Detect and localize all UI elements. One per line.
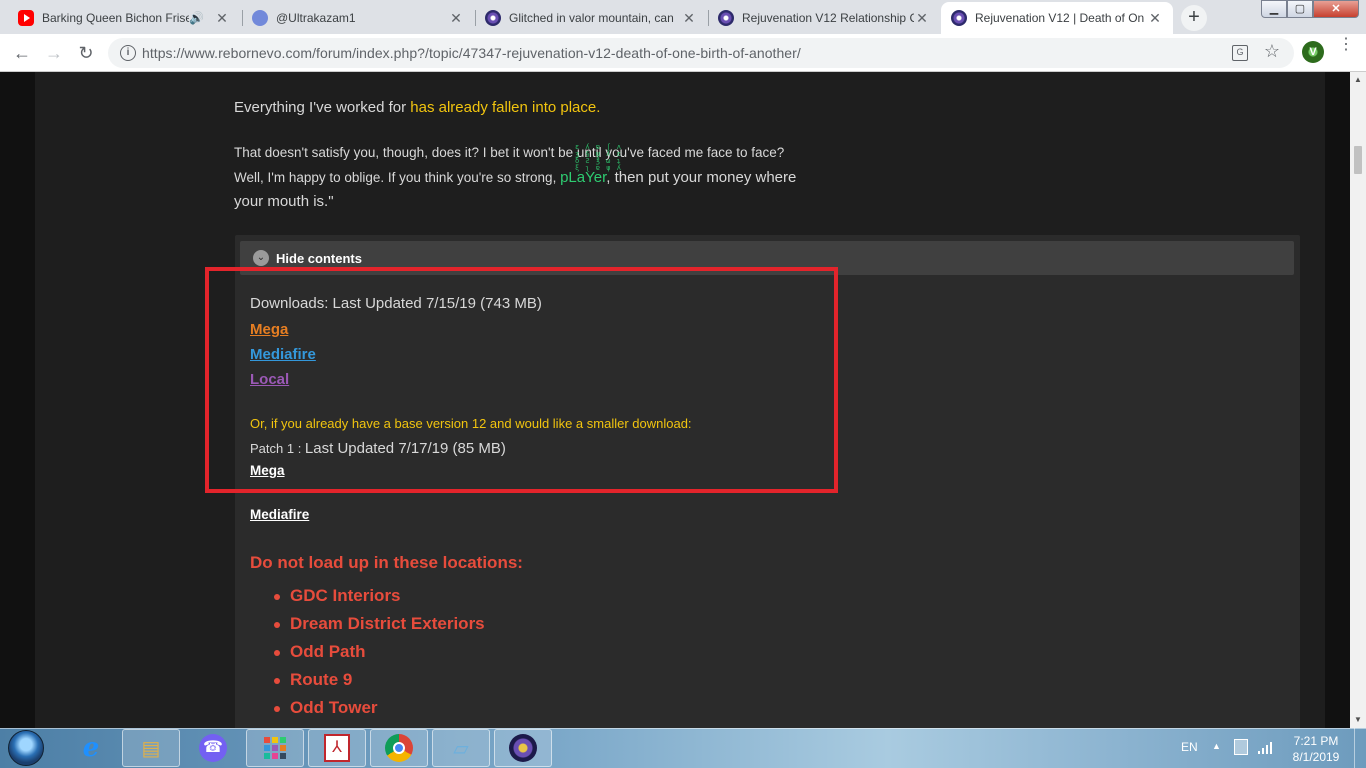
location-list: GDC Interiors Dream District Exteriors O… [250,586,485,726]
post-paragraph: your mouth is." [234,193,334,210]
tab-rejuvenation-death[interactable]: Rejuvenation V12 | Death of On ✕ [941,2,1173,34]
warning-heading: Do not load up in these locations: [250,553,523,572]
list-item: Dream District Exteriors [250,614,485,642]
reload-button[interactable]: ↻ [74,41,98,65]
address-bar[interactable]: i https://www.rebornevo.com/forum/index.… [108,38,1294,68]
chevron-down-icon: ⌄ [253,250,269,266]
tab-relationship[interactable]: Rejuvenation V12 Relationship C ✕ [708,2,940,34]
speaker-icon[interactable]: 🔊 [189,11,204,25]
page-viewport: Everything I've worked for has already f… [0,72,1350,728]
list-item: Route 9 [250,670,485,698]
reborn-forum-icon [951,10,967,26]
close-window-button[interactable]: ✕ [1313,0,1359,18]
youtube-icon [18,10,34,26]
internet-explorer-icon[interactable]: e [62,729,120,767]
tab-label: Rejuvenation V12 | Death of On [975,11,1145,25]
start-button[interactable] [8,730,44,766]
tray-expand-icon[interactable]: ▲ [1212,741,1221,751]
scroll-thumb[interactable] [1354,146,1362,174]
browser-toolbar: ← → ↻ i https://www.rebornevo.com/forum/… [0,34,1366,72]
tab-ultrakazam[interactable]: @Ultrakazam1 ✕ [242,2,474,34]
profile-avatar[interactable]: V [1302,41,1324,63]
bookmark-star-icon[interactable]: ☆ [1264,41,1280,62]
list-item: Odd Path [250,642,485,670]
scroll-up-arrow-icon[interactable]: ▲ [1350,72,1366,88]
site-info-icon[interactable]: i [120,45,136,61]
file-explorer-icon[interactable]: ▤ [122,729,180,767]
url-text[interactable]: https://www.rebornevo.com/forum/index.ph… [142,45,801,61]
language-indicator[interactable]: EN [1181,740,1198,754]
post-paragraph: Well, I'm happy to oblige. If you think … [234,169,796,186]
tab-glitched-valor[interactable]: Glitched in valor mountain, can ✕ [475,2,707,34]
windows-taskbar: e ▤ ☎ ⅄ ▱ EN ▲ 7:21 PM 8/1/2019 [0,728,1366,768]
clock-date[interactable]: 8/1/2019 [1286,750,1346,764]
post-paragraph: Everything I've worked for has already f… [234,99,600,116]
page-scrollbar[interactable]: ▲ ▼ [1350,72,1366,728]
reborn-forum-icon [485,10,501,26]
action-center-flag-icon[interactable] [1234,739,1248,755]
post-paragraph: That doesn't satisfy you, though, does i… [234,145,785,160]
tab-label: @Ultrakazam1 [276,11,356,25]
tab-label: Glitched in valor mountain, can [509,11,674,25]
list-item: Odd Tower [250,698,485,726]
notes-icon[interactable]: ▱ [432,729,490,767]
tab-barking-queen[interactable]: Barking Queen Bichon Frise 🔊 ✕ [8,2,240,34]
chrome-icon[interactable] [370,729,428,767]
chrome-menu-icon[interactable]: ⋮ [1338,37,1354,53]
tab-label: Rejuvenation V12 Relationship C [742,11,914,25]
post-text: Everything I've worked for [234,99,411,116]
maximize-button[interactable]: ▢ [1287,0,1313,18]
close-tab-icon[interactable]: ✕ [1147,10,1163,27]
apps-grid-icon[interactable] [246,729,304,767]
red-highlight-annotation [205,267,838,493]
viber-icon[interactable]: ☎ [184,729,242,767]
close-tab-icon[interactable]: ✕ [448,10,464,27]
reborn-forum-icon [718,10,734,26]
back-button[interactable]: ← [10,41,34,65]
close-tab-icon[interactable]: ✕ [914,10,930,27]
clock-time[interactable]: 7:21 PM [1286,734,1346,748]
translate-icon[interactable]: G [1232,45,1248,61]
browser-tab-strip: Barking Queen Bichon Frise 🔊 ✕ @Ultrakaz… [0,0,1366,34]
hide-contents-toggle[interactable]: Hide contents [276,251,362,266]
discord-icon [252,10,268,26]
glitch-text-decoration: ε ʎ ɐ ʃ ʌ ʒ § ψ ʎ ε δ Ƨ ℥ ω ʇ ξ ʅ ɐ ψ ʎ [575,143,622,172]
highlighted-text: has already fallen into place. [410,99,601,116]
patch-mediafire-link[interactable]: Mediafire [250,507,309,522]
acrobat-icon[interactable]: ⅄ [308,729,366,767]
pokemon-game-icon[interactable] [494,729,552,767]
list-item: GDC Interiors [250,586,485,614]
scroll-down-arrow-icon[interactable]: ▼ [1350,712,1366,728]
close-tab-icon[interactable]: ✕ [681,10,697,27]
close-tab-icon[interactable]: ✕ [214,10,230,27]
forward-button[interactable]: → [42,41,66,65]
post-text: , then put your money where [606,169,797,186]
show-desktop-button[interactable] [1354,728,1366,768]
network-signal-icon[interactable] [1258,740,1276,754]
tab-label: Barking Queen Bichon Frise [42,11,190,25]
minimize-button[interactable]: ▁ [1261,0,1287,18]
post-text: Well, I'm happy to oblige. If you think … [234,170,561,185]
new-tab-button[interactable]: + [1181,5,1207,31]
